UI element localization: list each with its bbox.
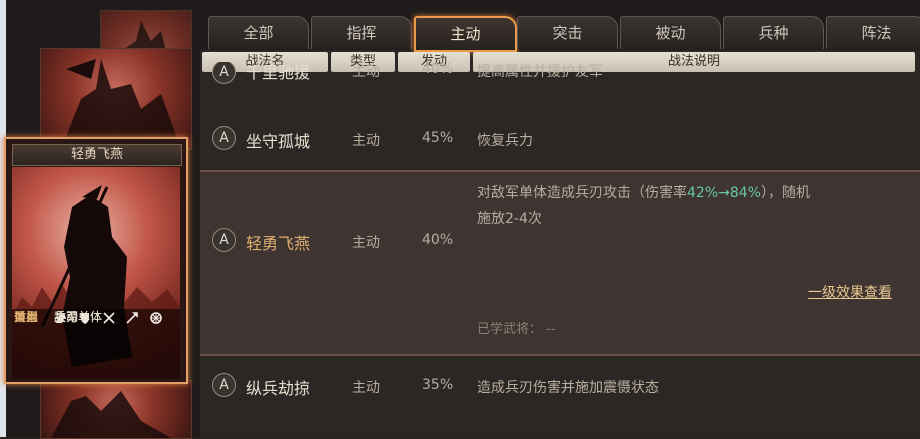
- skill-name: 轻勇飞燕: [246, 234, 311, 253]
- skill-name: 纵兵劫掠: [246, 379, 311, 398]
- skill-name: 坐守孤城: [246, 132, 311, 151]
- skill-desc: 造成兵刃伤害并施加震慑状态: [477, 380, 659, 396]
- tab-formation[interactable]: 阵法: [826, 16, 920, 49]
- skill-name: 千里驰援: [246, 63, 311, 82]
- selected-skill-card: 轻勇飞燕 适用 类型 主动 效果 兵刃单体 目标 敌军单体: [4, 137, 188, 384]
- skill-desc: 提高属性并援护友军: [477, 64, 603, 80]
- tab-assault[interactable]: 突击: [517, 16, 618, 49]
- tab-all[interactable]: 全部: [208, 16, 309, 49]
- skill-rate: 40%: [422, 62, 454, 77]
- grade-badge: A: [212, 126, 236, 150]
- skill-rate: 35%: [422, 377, 454, 393]
- skill-card-thumbnail[interactable]: [40, 380, 192, 439]
- learned-generals: 已学武将： --: [477, 322, 556, 337]
- tab-troop-type[interactable]: 兵种: [723, 16, 824, 49]
- grade-badge: A: [212, 228, 236, 252]
- damage-rate-highlight: 42%→84%: [687, 185, 761, 201]
- view-level1-effect-link[interactable]: 一级效果查看: [808, 282, 892, 302]
- skill-type: 主动: [352, 133, 380, 149]
- skill-type: 主动: [352, 64, 380, 80]
- card-info: 适用 类型 主动 效果 兵刃单体 目标 敌军单体: [12, 309, 180, 379]
- skill-card-thumbnail[interactable]: [40, 48, 192, 150]
- skill-type: 主动: [352, 235, 380, 251]
- desc-text: ），随机: [760, 185, 810, 201]
- skill-row[interactable]: A 纵兵劫掠 主动 35% 造成兵刃伤害并施加震慑状态: [200, 366, 920, 404]
- skill-rate: 45%: [422, 130, 454, 146]
- target-value: 敌军单体: [54, 310, 103, 324]
- target-label: 目标: [14, 310, 39, 324]
- card-target-row: 目标 敌军单体: [12, 309, 186, 326]
- skill-row[interactable]: A 坐守孤城 主动 45% 恢复兵力: [200, 118, 920, 156]
- tab-active[interactable]: 主动: [414, 16, 517, 52]
- skill-list-panel: 全部 指挥 主动 突击 被动 兵种 阵法 战法名 类型 发动 战法说明 A 千里…: [200, 0, 920, 437]
- skill-category-tabs: 全部 指挥 主动 突击 被动 兵种 阵法: [200, 0, 920, 52]
- grade-badge: A: [212, 373, 236, 397]
- tab-passive[interactable]: 被动: [620, 16, 721, 49]
- skill-rate: 40%: [422, 232, 454, 248]
- skill-row[interactable]: A 千里驰援 主动 40% 提高属性并援护友军: [200, 62, 920, 84]
- tab-command[interactable]: 指挥: [311, 16, 412, 49]
- desc-text: 施放2-4次: [477, 211, 542, 227]
- skill-row-selected[interactable]: A 轻勇飞燕 主动 40% 对敌军单体造成兵刃攻击（伤害率42%→84%），随机…: [200, 170, 920, 356]
- card-title: 轻勇飞燕: [12, 144, 182, 166]
- skill-desc: 恢复兵力: [477, 133, 533, 149]
- desc-text: 对敌军单体造成兵刃攻击（伤害率: [477, 185, 687, 201]
- grade-badge: A: [212, 62, 236, 84]
- skill-desc: 对敌军单体造成兵刃攻击（伤害率42%→84%），随机 施放2-4次: [477, 180, 907, 232]
- skill-type: 主动: [352, 380, 380, 396]
